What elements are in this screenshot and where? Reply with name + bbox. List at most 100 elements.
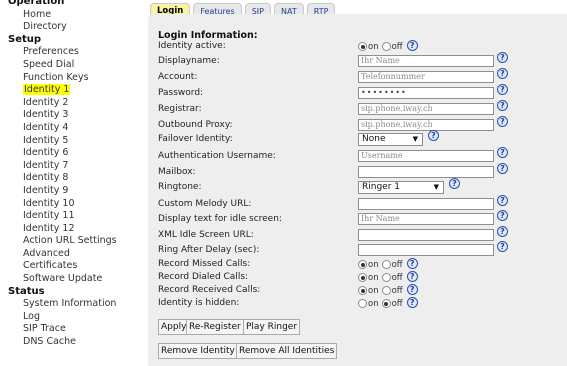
record-missed-on-radio[interactable] (358, 260, 367, 269)
registrar-label: Registrar: (158, 104, 202, 114)
sidebar-item-certificates[interactable]: Certificates (0, 260, 140, 273)
auth-username-field[interactable]: Username (358, 150, 494, 162)
record-received-off-radio[interactable] (381, 286, 391, 295)
identity-active-on-radio[interactable] (358, 42, 367, 51)
auth-username-row: Authentication Username: Username ? (158, 147, 558, 163)
xml-idle-url-field[interactable] (358, 229, 494, 241)
sidebar-item-sip-trace[interactable]: SIP Trace (0, 323, 140, 336)
sidebar-item-identity-12[interactable]: Identity 12 (0, 223, 140, 236)
sidebar-item-label: Preferences (23, 46, 79, 58)
help-icon[interactable]: ? (406, 40, 418, 51)
help-icon[interactable]: ? (428, 130, 439, 141)
play-ringer-button[interactable]: Play Ringer (243, 319, 301, 335)
ring-after-delay-row: Ring After Delay (sec): ? (158, 241, 558, 257)
displayname-label: Displayname: (158, 56, 220, 66)
sidebar-item-identity-3[interactable]: Identity 3 (0, 109, 140, 122)
sidebar-item-preferences[interactable]: Preferences (0, 46, 140, 59)
password-field[interactable]: •••••••• (358, 87, 494, 99)
sidebar-item-identity-11[interactable]: Identity 11 (0, 210, 140, 223)
help-icon[interactable]: ? (497, 84, 508, 95)
outbound-proxy-field[interactable]: sip.phone.iway.ch (358, 119, 494, 131)
help-icon[interactable]: ? (497, 147, 508, 158)
apply-button[interactable]: Apply (158, 319, 190, 335)
sidebar-item-identity-4[interactable]: Identity 4 (0, 122, 140, 135)
help-icon[interactable]: ? (497, 68, 508, 79)
account-field[interactable]: Telefonnummer (358, 71, 494, 83)
identity-hidden-radios: on off ? (358, 297, 418, 310)
sidebar-item-directory[interactable]: Directory (0, 21, 140, 34)
help-icon[interactable]: ? (497, 210, 508, 221)
registrar-field[interactable]: sip.phone.iway.ch (358, 103, 494, 115)
identity-hidden-label: Identity is hidden: (158, 298, 240, 308)
help-icon[interactable]: ? (497, 116, 508, 127)
ringtone-label: Ringtone: (158, 182, 202, 192)
sidebar-item-speed-dial[interactable]: Speed Dial (0, 59, 140, 72)
identity-active-off-radio[interactable] (381, 42, 391, 51)
idle-text-field[interactable]: Ihr Name (358, 213, 494, 225)
displayname-field[interactable]: Ihr Name (358, 55, 494, 67)
sidebar-item-home[interactable]: Home (0, 9, 140, 22)
record-dialed-off-radio[interactable] (381, 273, 391, 282)
sidebar-item-label: Identity 7 (23, 159, 69, 171)
registrar-row: Registrar: sip.phone.iway.ch ? (158, 100, 558, 116)
sidebar-item-advanced[interactable]: Advanced (0, 248, 140, 261)
ring-after-delay-label: Ring After Delay (sec): (158, 245, 260, 255)
sidebar-item-identity-8[interactable]: Identity 8 (0, 172, 140, 185)
identity-hidden-row: Identity is hidden: on off ? (158, 297, 558, 310)
help-icon[interactable]: ? (497, 226, 508, 237)
outbound-proxy-row: Outbound Proxy: sip.phone.iway.ch ? (158, 116, 558, 132)
help-icon[interactable]: ? (406, 297, 418, 308)
re-register-button[interactable]: Re-Register (186, 319, 244, 335)
sidebar-item-identity-10[interactable]: Identity 10 (0, 198, 140, 211)
remove-identity-button[interactable]: Remove Identity (158, 343, 238, 359)
record-missed-label: Record Missed Calls: (158, 259, 251, 269)
record-dialed-on-radio[interactable] (358, 273, 367, 282)
account-row: Account: Telefonnummer ? (158, 68, 558, 84)
dropdown-arrow-icon: ▼ (433, 183, 439, 191)
radio-on-label: on (368, 259, 379, 270)
help-icon[interactable]: ? (406, 258, 418, 269)
sidebar-item-label: Action URL Settings (23, 235, 117, 247)
ringtone-row: Ringtone: Ringer 1 ▼ ? (158, 178, 558, 194)
help-icon[interactable]: ? (497, 241, 508, 252)
sidebar-item-identity-9[interactable]: Identity 9 (0, 185, 140, 198)
sidebar-item-identity-6[interactable]: Identity 6 (0, 147, 140, 160)
custom-melody-label: Custom Melody URL: (158, 199, 252, 209)
sidebar-item-function-keys[interactable]: Function Keys (0, 72, 140, 85)
mailbox-row: Mailbox: ? (158, 163, 558, 179)
sidebar-item-identity-1[interactable]: Identity 1 (0, 84, 140, 97)
record-received-label: Record Received Calls: (158, 285, 261, 295)
identity-hidden-on-radio[interactable] (358, 299, 367, 308)
failover-identity-select[interactable]: None ▼ (358, 133, 423, 146)
custom-melody-field[interactable] (358, 198, 494, 210)
sidebar-item-software-update[interactable]: Software Update (0, 273, 140, 286)
sidebar-item-action-url-settings[interactable]: Action URL Settings (0, 235, 140, 248)
identity-hidden-off-radio[interactable] (381, 299, 391, 308)
record-dialed-row: Record Dialed Calls: on off ? (158, 271, 558, 284)
password-row: Password: •••••••• ? (158, 84, 558, 100)
sidebar-item-dns-cache[interactable]: DNS Cache (0, 336, 140, 349)
help-icon[interactable]: ? (406, 271, 418, 282)
sidebar-item-log[interactable]: Log (0, 311, 140, 324)
ringtone-select[interactable]: Ringer 1 ▼ (358, 181, 444, 194)
sidebar-item-identity-5[interactable]: Identity 5 (0, 135, 140, 148)
help-icon[interactable]: ? (497, 52, 508, 63)
sidebar-item-identity-7[interactable]: Identity 7 (0, 160, 140, 173)
help-icon[interactable]: ? (497, 195, 508, 206)
radio-on-label: on (368, 41, 379, 52)
radio-on-label: on (368, 285, 379, 296)
sidebar-item-label: Software Update (23, 273, 103, 285)
ring-after-delay-field[interactable] (358, 244, 494, 256)
mailbox-field[interactable] (358, 166, 494, 178)
mailbox-label: Mailbox: (158, 167, 196, 177)
remove-all-identities-button[interactable]: Remove All Identities (236, 343, 338, 359)
help-icon[interactable]: ? (497, 163, 508, 174)
record-missed-radios: on off ? (358, 258, 418, 271)
help-icon[interactable]: ? (406, 284, 418, 295)
record-received-on-radio[interactable] (358, 286, 367, 295)
sidebar-item-identity-2[interactable]: Identity 2 (0, 97, 140, 110)
help-icon[interactable]: ? (449, 178, 460, 189)
help-icon[interactable]: ? (497, 100, 508, 111)
sidebar-item-system-information[interactable]: System Information (0, 298, 140, 311)
record-missed-off-radio[interactable] (381, 260, 391, 269)
